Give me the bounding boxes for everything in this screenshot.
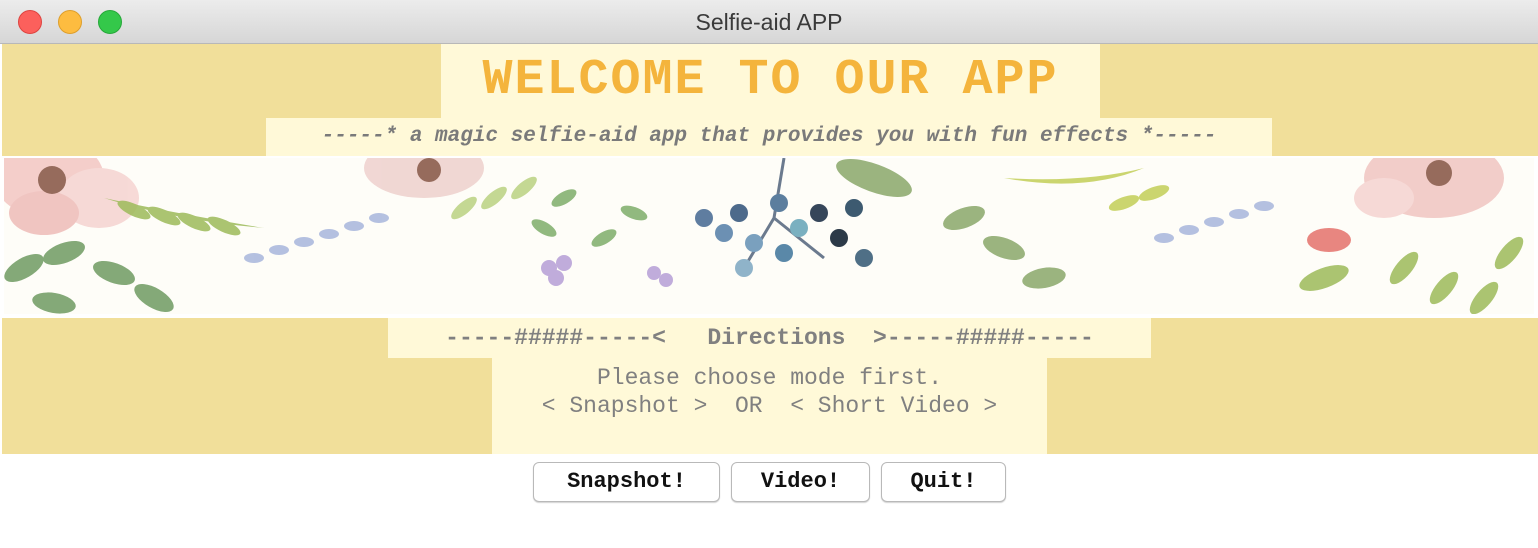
instructions-box: Please choose mode first. < Snapshot > O… bbox=[492, 358, 1047, 454]
instruction-line-2: < Snapshot > OR < Short Video > bbox=[541, 393, 998, 419]
quit-button[interactable]: Quit! bbox=[881, 462, 1006, 502]
tagline: -----* a magic selfie-aid app that provi… bbox=[266, 118, 1272, 156]
directions-heading: -----#####-----< Directions >-----#####-… bbox=[388, 318, 1151, 358]
floral-banner-image bbox=[4, 158, 1534, 314]
welcome-title: WELCOME TO OUR APP bbox=[441, 44, 1100, 118]
snapshot-button[interactable]: Snapshot! bbox=[533, 462, 720, 502]
title-bar: Selfie-aid APP bbox=[0, 0, 1538, 44]
window-title: Selfie-aid APP bbox=[695, 9, 843, 35]
flower-left bbox=[4, 158, 139, 235]
video-button[interactable]: Video! bbox=[731, 462, 870, 502]
instruction-line-1: Please choose mode first. bbox=[596, 365, 943, 391]
